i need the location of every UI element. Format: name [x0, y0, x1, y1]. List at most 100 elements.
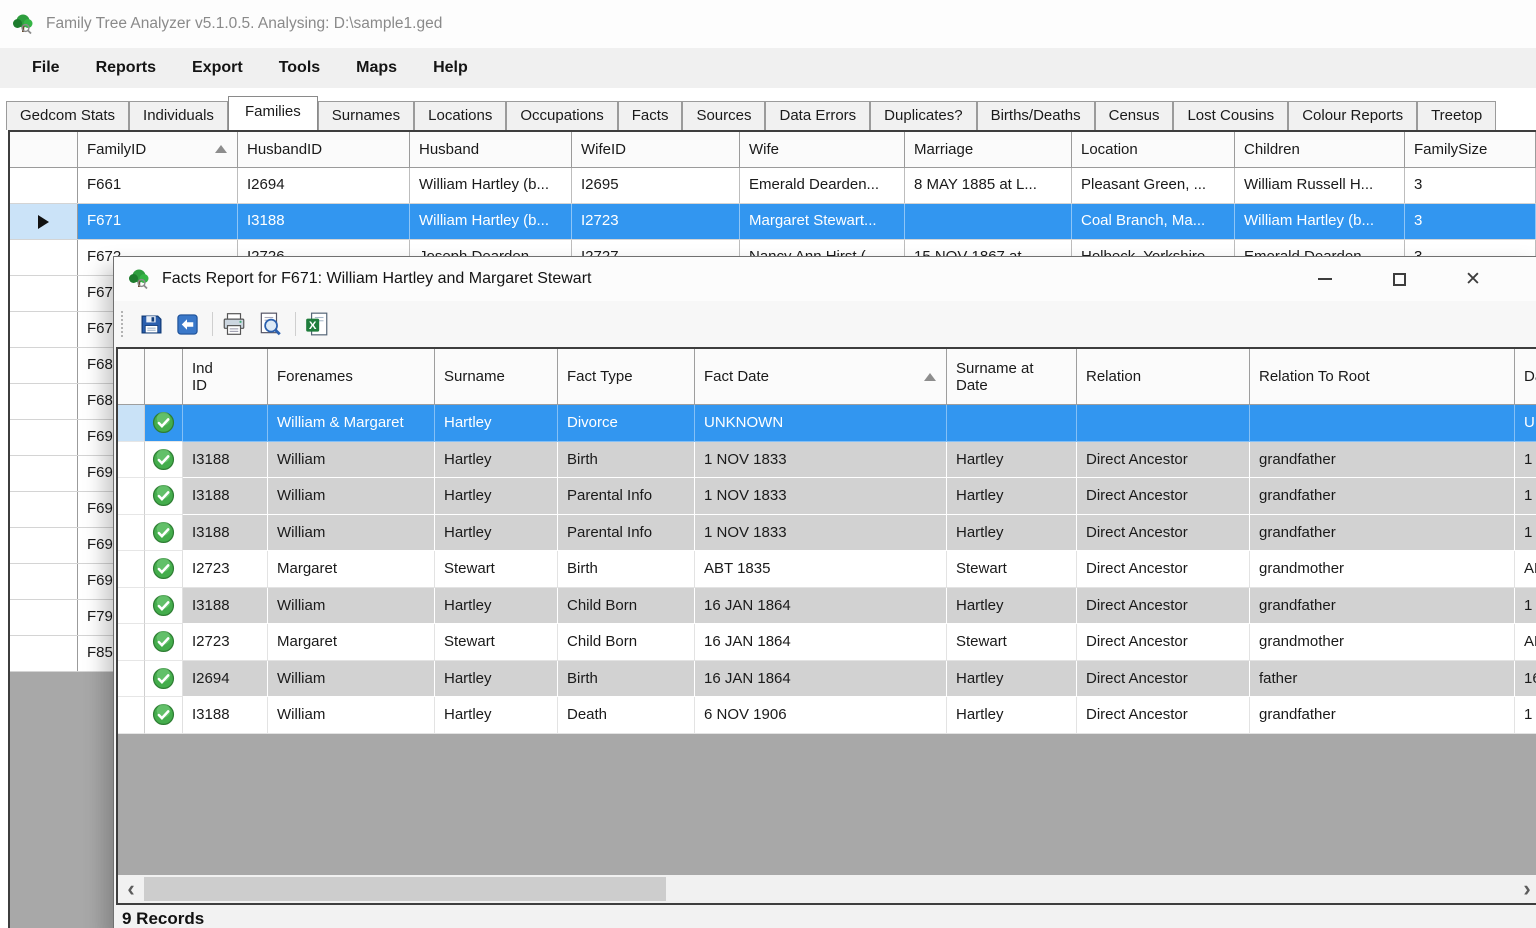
- facts-window-titlebar[interactable]: Facts Report for F671: William Hartley a…: [114, 257, 1536, 301]
- row-indicator-cell[interactable]: [118, 405, 145, 442]
- cell-wife[interactable]: Emerald Dearden...: [740, 168, 905, 203]
- cell-wifeid[interactable]: I2695: [572, 168, 740, 203]
- tab-lost-cousins[interactable]: Lost Cousins: [1173, 101, 1288, 130]
- scrollbar-track[interactable]: [144, 875, 1514, 903]
- cell-familysize[interactable]: 3: [1405, 204, 1536, 239]
- scrollbar-thumb[interactable]: [144, 877, 666, 901]
- fact-row[interactable]: I2723 Margaret Stewart Child Born 16 JAN…: [118, 624, 1536, 661]
- cell-wifeid[interactable]: I2723: [572, 204, 740, 239]
- fact-row[interactable]: I2723 Margaret Stewart Birth ABT 1835 St…: [118, 551, 1536, 588]
- row-header-current[interactable]: [10, 204, 78, 239]
- tab-surnames[interactable]: Surnames: [318, 101, 414, 130]
- check-circle-icon: [152, 484, 175, 507]
- maximize-button[interactable]: [1362, 259, 1436, 299]
- fact-row[interactable]: I3188 William Hartley Death 6 NOV 1906 H…: [118, 697, 1536, 734]
- column-header-relation-to-root[interactable]: Relation To Root: [1250, 349, 1515, 404]
- tab-locations[interactable]: Locations: [414, 101, 506, 130]
- menu-reports[interactable]: Reports: [78, 48, 174, 88]
- fact-row[interactable]: I3188 William Hartley Parental Info 1 NO…: [118, 515, 1536, 552]
- icon-cell[interactable]: [145, 697, 183, 734]
- menu-export[interactable]: Export: [174, 48, 261, 88]
- cell-familyid[interactable]: F671: [78, 204, 238, 239]
- tab-treetops[interactable]: Treetop: [1417, 101, 1496, 130]
- menu-file[interactable]: File: [14, 48, 78, 88]
- cell-children[interactable]: William Russell H...: [1235, 168, 1405, 203]
- cell-familysize[interactable]: 3: [1405, 168, 1536, 203]
- export-excel-button[interactable]: X: [301, 308, 333, 340]
- minimize-icon: [1318, 278, 1332, 280]
- column-header-forenames[interactable]: Forenames: [268, 349, 435, 404]
- column-header-location[interactable]: Location: [1072, 132, 1235, 167]
- tab-occupations[interactable]: Occupations: [506, 101, 617, 130]
- column-header-wife[interactable]: Wife: [740, 132, 905, 167]
- tab-data-errors[interactable]: Data Errors: [765, 101, 870, 130]
- icon-cell[interactable]: [145, 624, 183, 661]
- cell-familyid[interactable]: F661: [78, 168, 238, 203]
- scroll-left-icon[interactable]: ‹: [118, 875, 144, 903]
- back-button[interactable]: [171, 308, 203, 340]
- fact-row[interactable]: I3188 William Hartley Birth 1 NOV 1833 H…: [118, 442, 1536, 479]
- tab-gedcom-stats[interactable]: Gedcom Stats: [6, 101, 129, 130]
- column-header-relation[interactable]: Relation: [1077, 349, 1250, 404]
- column-header-surname[interactable]: Surname: [435, 349, 558, 404]
- icon-cell[interactable]: [145, 478, 183, 515]
- tab-sources[interactable]: Sources: [682, 101, 765, 130]
- tab-colour-reports[interactable]: Colour Reports: [1288, 101, 1417, 130]
- tab-census[interactable]: Census: [1095, 101, 1174, 130]
- cell-children[interactable]: William Hartley (b...: [1235, 204, 1405, 239]
- check-circle-icon: [152, 667, 175, 690]
- tab-duplicates[interactable]: Duplicates?: [870, 101, 976, 130]
- fact-row-selected[interactable]: William & Margaret Hartley Divorce UNKNO…: [118, 405, 1536, 442]
- column-header-fact-type[interactable]: Fact Type: [558, 349, 695, 404]
- column-header-familysize[interactable]: FamilySize: [1405, 132, 1536, 167]
- family-row-f661[interactable]: F661 I2694 William Hartley (b... I2695 E…: [10, 168, 1536, 204]
- column-header-husband[interactable]: Husband: [410, 132, 572, 167]
- tab-families[interactable]: Families: [228, 96, 318, 130]
- save-button[interactable]: [135, 308, 167, 340]
- column-header-date-clipped[interactable]: Dat: [1515, 349, 1536, 404]
- tab-individuals[interactable]: Individuals: [129, 101, 228, 130]
- cell-marriage[interactable]: [905, 204, 1072, 239]
- cell-husbandid[interactable]: I3188: [238, 204, 410, 239]
- column-header-surname-at-date[interactable]: Surname at Date: [947, 349, 1077, 404]
- fact-row[interactable]: I3188 William Hartley Child Born 16 JAN …: [118, 588, 1536, 625]
- icon-cell[interactable]: [145, 515, 183, 552]
- row-header[interactable]: [10, 168, 78, 203]
- print-button[interactable]: [218, 308, 250, 340]
- icon-cell[interactable]: [145, 551, 183, 588]
- print-preview-button[interactable]: [254, 308, 286, 340]
- print-preview-icon: [257, 311, 283, 337]
- close-button[interactable]: ✕: [1436, 259, 1510, 299]
- menu-tools[interactable]: Tools: [261, 48, 338, 88]
- cell-location[interactable]: Pleasant Green, ...: [1072, 168, 1235, 203]
- icon-cell[interactable]: [145, 588, 183, 625]
- horizontal-scrollbar[interactable]: ‹ ›: [118, 875, 1536, 903]
- cell-husband[interactable]: William Hartley (b...: [410, 168, 572, 203]
- fact-row[interactable]: I3188 William Hartley Parental Info 1 NO…: [118, 478, 1536, 515]
- cell-marriage[interactable]: 8 MAY 1885 at L...: [905, 168, 1072, 203]
- tab-births-deaths[interactable]: Births/Deaths: [977, 101, 1095, 130]
- tab-facts[interactable]: Facts: [618, 101, 683, 130]
- menu-maps[interactable]: Maps: [338, 48, 415, 88]
- fact-row[interactable]: I2694 William Hartley Birth 16 JAN 1864 …: [118, 661, 1536, 698]
- cell-husband[interactable]: William Hartley (b...: [410, 204, 572, 239]
- toolbar-grip: [121, 311, 126, 337]
- minimize-button[interactable]: [1288, 259, 1362, 299]
- column-header-fact-date[interactable]: Fact Date: [695, 349, 947, 404]
- row-header[interactable]: [10, 240, 78, 275]
- column-header-husbandid[interactable]: HusbandID: [238, 132, 410, 167]
- cell-location[interactable]: Coal Branch, Ma...: [1072, 204, 1235, 239]
- column-header-familyid[interactable]: FamilyID: [78, 132, 238, 167]
- family-row-f671-selected[interactable]: F671 I3188 William Hartley (b... I2723 M…: [10, 204, 1536, 240]
- cell-husbandid[interactable]: I2694: [238, 168, 410, 203]
- icon-cell[interactable]: [145, 442, 183, 479]
- column-header-ind-id[interactable]: Ind ID: [183, 349, 268, 404]
- icon-cell[interactable]: [145, 661, 183, 698]
- icon-cell[interactable]: [145, 405, 183, 442]
- column-header-wifeid[interactable]: WifeID: [572, 132, 740, 167]
- column-header-marriage[interactable]: Marriage: [905, 132, 1072, 167]
- menu-help[interactable]: Help: [415, 48, 486, 88]
- cell-wife[interactable]: Margaret Stewart...: [740, 204, 905, 239]
- scroll-right-icon[interactable]: ›: [1514, 875, 1536, 903]
- column-header-children[interactable]: Children: [1235, 132, 1405, 167]
